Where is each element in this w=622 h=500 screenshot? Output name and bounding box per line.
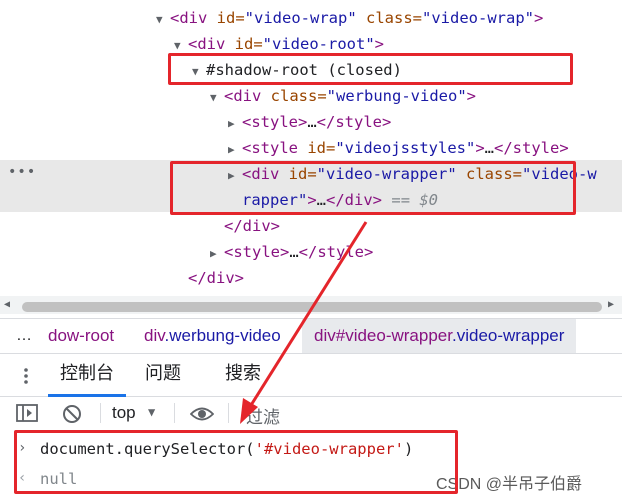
breadcrumb-tag: div [144, 326, 165, 345]
breadcrumb-more[interactable]: … [16, 319, 32, 353]
tag-close-bracket: > [533, 9, 544, 27]
tag-close: </style> [298, 243, 374, 261]
tag-close-bracket: > [475, 139, 485, 157]
collapsed-ellipsis: … [307, 113, 317, 131]
scroll-left-arrow-icon[interactable]: ◀ [4, 299, 10, 310]
attr-value: "video-root" [262, 35, 375, 53]
toolbar-separator [100, 403, 101, 423]
toolbar-separator [174, 403, 175, 423]
tree-node-werbung-video[interactable]: ▼ <div class="werbung-video"> [210, 83, 622, 109]
more-options-dots[interactable]: ••• [8, 164, 36, 180]
breadcrumb-video-wrapper[interactable]: div#video-wrapper.video-wrapper [302, 319, 577, 353]
toolbar-separator [228, 403, 229, 423]
eye-icon[interactable] [190, 406, 214, 422]
show-sidebar-icon[interactable] [16, 404, 38, 422]
tag-close: </div> [188, 269, 244, 287]
highlight-box-video-wrapper [170, 161, 576, 215]
context-selector[interactable]: top [112, 403, 136, 423]
collapse-triangle-icon[interactable]: ▼ [156, 7, 170, 33]
collapse-triangle-icon[interactable]: ▼ [210, 85, 224, 111]
attr-name: class= [270, 87, 327, 105]
attr-name: class= [366, 9, 422, 27]
tree-node-div-close[interactable]: </div> [224, 213, 622, 239]
scrollbar-thumb[interactable] [22, 302, 602, 312]
chevron-down-icon[interactable]: ▼ [148, 405, 155, 419]
tag-open: <div [224, 87, 262, 105]
highlight-box-shadow-root [168, 53, 573, 85]
tag-close-bracket: > [374, 35, 384, 53]
tag-open: <style> [242, 113, 308, 131]
tree-node-style-2[interactable]: ▶ <style>…</style> [210, 239, 622, 265]
tag-close: </style> [316, 113, 392, 131]
tag-open: <style [242, 139, 298, 157]
tag-close: </style> [494, 139, 569, 157]
expand-triangle-icon[interactable]: ▶ [228, 111, 242, 137]
tag-close-bracket: > [466, 87, 476, 105]
breadcrumb-shadow-root[interactable]: dow-root [48, 319, 114, 353]
breadcrumb-id: #video-wrapper [335, 326, 452, 345]
breadcrumb-class: .video-wrapper [451, 326, 565, 345]
console-toolbar [0, 398, 622, 428]
more-tabs-icon[interactable] [24, 368, 28, 384]
drawer-tabs: 控制台 问题 搜索 [0, 356, 622, 397]
tree-node-div-close-2[interactable]: </div> [188, 265, 622, 291]
attr-name: id= [307, 139, 336, 157]
tag-open: <div [188, 35, 226, 53]
breadcrumb-werbung-video[interactable]: div.werbung-video [144, 319, 281, 353]
clear-console-icon[interactable] [62, 404, 82, 424]
attr-value: "videojsstyles" [335, 139, 476, 157]
attr-value: "werbung-video" [326, 87, 467, 105]
tab-search[interactable]: 搜索 [225, 356, 261, 394]
highlight-box-console [14, 430, 458, 494]
tag-open: <div [170, 9, 208, 27]
breadcrumb-tag: div [314, 326, 336, 345]
breadcrumb: … dow-root div.werbung-video div#video-w… [0, 318, 622, 354]
attr-value: "video-wrap" [244, 9, 357, 27]
tab-console[interactable]: 控制台 [48, 356, 126, 397]
expand-triangle-icon[interactable]: ▶ [228, 137, 242, 163]
tag-open: <style> [224, 243, 290, 261]
tree-node-style-videojsstyles[interactable]: ▶ <style id="videojsstyles">…</style> [228, 135, 622, 161]
collapsed-ellipsis: … [289, 243, 299, 261]
attr-name: id= [234, 35, 263, 53]
expand-triangle-icon[interactable]: ▶ [210, 241, 224, 267]
breadcrumb-class: .werbung-video [164, 326, 281, 345]
scroll-right-arrow-icon[interactable]: ▶ [608, 299, 614, 310]
attr-name: id= [216, 9, 245, 27]
attr-value: "video-wrap" [422, 9, 534, 27]
tag-close: </div> [224, 217, 280, 235]
filter-input[interactable]: 过滤 [246, 403, 280, 428]
collapsed-ellipsis: … [484, 139, 495, 157]
tree-node-video-wrap[interactable]: ▼ <div id="video-wrap" class="video-wrap"… [156, 5, 622, 31]
elements-tree: ••• ▼ <div id="video-wrap" class="video-w… [0, 0, 622, 300]
tree-node-style[interactable]: ▶ <style>…</style> [228, 109, 622, 135]
tab-issues[interactable]: 问题 [145, 356, 181, 394]
